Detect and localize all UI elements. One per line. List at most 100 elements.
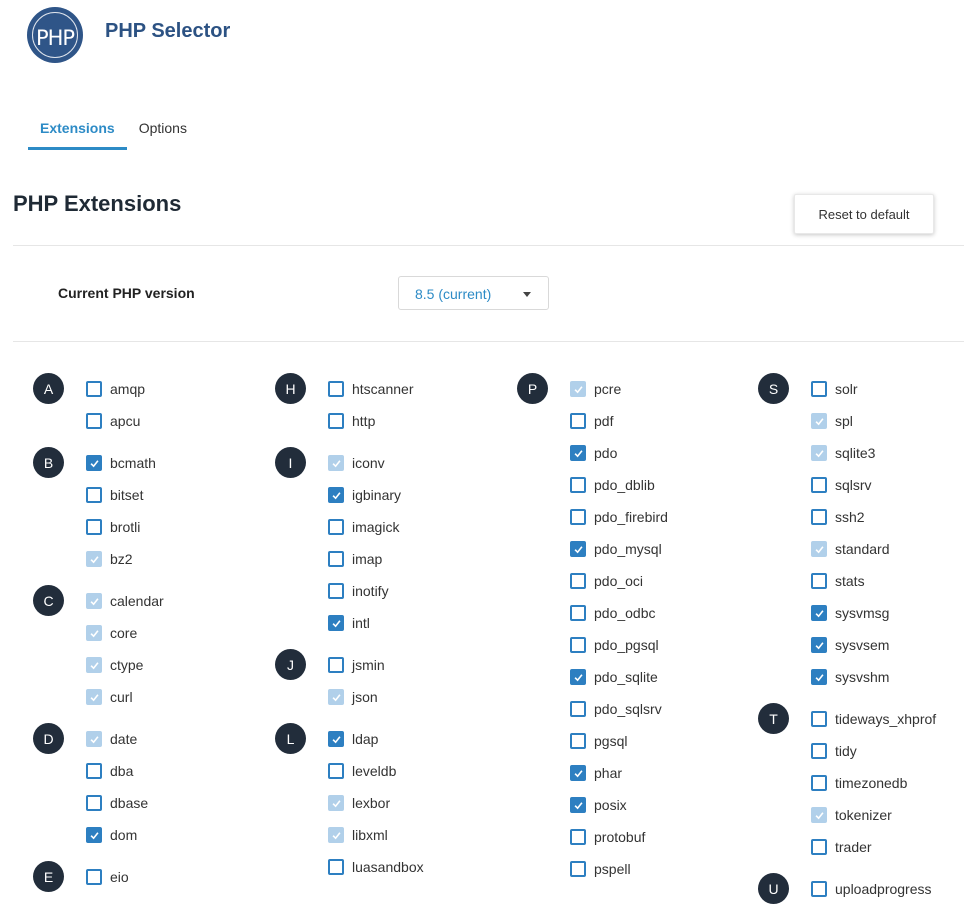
extension-item-solr[interactable]: solr bbox=[811, 380, 858, 398]
extension-checkbox[interactable] bbox=[328, 551, 344, 567]
extension-checkbox[interactable] bbox=[328, 381, 344, 397]
extension-item-pdo-oci[interactable]: pdo_oci bbox=[570, 572, 643, 590]
extension-item-ssh2[interactable]: ssh2 bbox=[811, 508, 865, 526]
php-version-select[interactable]: 8.5 (current) bbox=[398, 276, 549, 310]
extension-checkbox[interactable] bbox=[570, 381, 586, 397]
extension-item-luasandbox[interactable]: luasandbox bbox=[328, 858, 424, 876]
extension-item-pdo-pgsql[interactable]: pdo_pgsql bbox=[570, 636, 659, 654]
extension-item-intl[interactable]: intl bbox=[328, 614, 370, 632]
extension-checkbox[interactable] bbox=[811, 477, 827, 493]
extension-item-pdf[interactable]: pdf bbox=[570, 412, 613, 430]
extension-item-standard[interactable]: standard bbox=[811, 540, 889, 558]
extension-checkbox[interactable] bbox=[570, 605, 586, 621]
extension-item-inotify[interactable]: inotify bbox=[328, 582, 389, 600]
extension-item-bitset[interactable]: bitset bbox=[86, 486, 143, 504]
extension-checkbox[interactable] bbox=[811, 413, 827, 429]
extension-checkbox[interactable] bbox=[570, 541, 586, 557]
extension-item-sysvsem[interactable]: sysvsem bbox=[811, 636, 889, 654]
extension-checkbox[interactable] bbox=[86, 413, 102, 429]
extension-checkbox[interactable] bbox=[328, 615, 344, 631]
extension-item-pdo-odbc[interactable]: pdo_odbc bbox=[570, 604, 656, 622]
extension-checkbox[interactable] bbox=[570, 829, 586, 845]
extension-item-date[interactable]: date bbox=[86, 730, 137, 748]
tab-options[interactable]: Options bbox=[127, 110, 199, 150]
extension-item-core[interactable]: core bbox=[86, 624, 137, 642]
extension-item-apcu[interactable]: apcu bbox=[86, 412, 140, 430]
extension-item-posix[interactable]: posix bbox=[570, 796, 627, 814]
extension-checkbox[interactable] bbox=[811, 807, 827, 823]
extension-item-eio[interactable]: eio bbox=[86, 868, 129, 886]
extension-checkbox[interactable] bbox=[328, 583, 344, 599]
extension-checkbox[interactable] bbox=[811, 541, 827, 557]
extension-item-protobuf[interactable]: protobuf bbox=[570, 828, 645, 846]
extension-checkbox[interactable] bbox=[811, 637, 827, 653]
extension-item-pdo-dblib[interactable]: pdo_dblib bbox=[570, 476, 655, 494]
extension-checkbox[interactable] bbox=[570, 733, 586, 749]
tab-extensions[interactable]: Extensions bbox=[28, 110, 127, 150]
extension-item-dom[interactable]: dom bbox=[86, 826, 137, 844]
extension-checkbox[interactable] bbox=[86, 657, 102, 673]
extension-item-htscanner[interactable]: htscanner bbox=[328, 380, 413, 398]
extension-checkbox[interactable] bbox=[811, 775, 827, 791]
extension-checkbox[interactable] bbox=[328, 689, 344, 705]
extension-item-brotli[interactable]: brotli bbox=[86, 518, 140, 536]
extension-checkbox[interactable] bbox=[328, 455, 344, 471]
extension-item-ldap[interactable]: ldap bbox=[328, 730, 378, 748]
extension-item-pcre[interactable]: pcre bbox=[570, 380, 621, 398]
extension-item-uploadprogress[interactable]: uploadprogress bbox=[811, 880, 932, 898]
extension-checkbox[interactable] bbox=[811, 743, 827, 759]
extension-item-spl[interactable]: spl bbox=[811, 412, 853, 430]
extension-item-bz2[interactable]: bz2 bbox=[86, 550, 133, 568]
extension-item-pdo-sqlite[interactable]: pdo_sqlite bbox=[570, 668, 658, 686]
extension-checkbox[interactable] bbox=[811, 445, 827, 461]
extension-checkbox[interactable] bbox=[328, 657, 344, 673]
extension-item-dbase[interactable]: dbase bbox=[86, 794, 148, 812]
extension-checkbox[interactable] bbox=[86, 381, 102, 397]
extension-checkbox[interactable] bbox=[328, 859, 344, 875]
extension-checkbox[interactable] bbox=[570, 573, 586, 589]
extension-checkbox[interactable] bbox=[570, 765, 586, 781]
extension-item-iconv[interactable]: iconv bbox=[328, 454, 385, 472]
extension-item-imagick[interactable]: imagick bbox=[328, 518, 399, 536]
extension-checkbox[interactable] bbox=[328, 487, 344, 503]
extension-checkbox[interactable] bbox=[570, 797, 586, 813]
extension-item-stats[interactable]: stats bbox=[811, 572, 865, 590]
extension-item-sqlsrv[interactable]: sqlsrv bbox=[811, 476, 872, 494]
extension-checkbox[interactable] bbox=[811, 881, 827, 897]
extension-item-pdo[interactable]: pdo bbox=[570, 444, 617, 462]
extension-item-trader[interactable]: trader bbox=[811, 838, 872, 856]
extension-checkbox[interactable] bbox=[570, 861, 586, 877]
extension-checkbox[interactable] bbox=[328, 827, 344, 843]
extension-checkbox[interactable] bbox=[328, 763, 344, 779]
extension-checkbox[interactable] bbox=[570, 477, 586, 493]
extension-checkbox[interactable] bbox=[86, 827, 102, 843]
extension-checkbox[interactable] bbox=[570, 413, 586, 429]
extension-checkbox[interactable] bbox=[86, 689, 102, 705]
extension-checkbox[interactable] bbox=[86, 455, 102, 471]
extension-checkbox[interactable] bbox=[328, 795, 344, 811]
extension-item-tokenizer[interactable]: tokenizer bbox=[811, 806, 892, 824]
extension-item-sysvmsg[interactable]: sysvmsg bbox=[811, 604, 889, 622]
extension-checkbox[interactable] bbox=[328, 519, 344, 535]
extension-checkbox[interactable] bbox=[86, 487, 102, 503]
extension-checkbox[interactable] bbox=[811, 839, 827, 855]
extension-checkbox[interactable] bbox=[86, 763, 102, 779]
extension-item-dba[interactable]: dba bbox=[86, 762, 133, 780]
extension-item-pdo-firebird[interactable]: pdo_firebird bbox=[570, 508, 668, 526]
extension-item-calendar[interactable]: calendar bbox=[86, 592, 164, 610]
extension-item-libxml[interactable]: libxml bbox=[328, 826, 388, 844]
extension-checkbox[interactable] bbox=[86, 869, 102, 885]
extension-checkbox[interactable] bbox=[86, 551, 102, 567]
extension-checkbox[interactable] bbox=[570, 509, 586, 525]
extension-item-curl[interactable]: curl bbox=[86, 688, 133, 706]
extension-checkbox[interactable] bbox=[86, 731, 102, 747]
extension-checkbox[interactable] bbox=[570, 445, 586, 461]
extension-checkbox[interactable] bbox=[86, 795, 102, 811]
extension-item-ctype[interactable]: ctype bbox=[86, 656, 143, 674]
extension-item-timezonedb[interactable]: timezonedb bbox=[811, 774, 907, 792]
extension-checkbox[interactable] bbox=[811, 381, 827, 397]
extension-checkbox[interactable] bbox=[328, 413, 344, 429]
extension-checkbox[interactable] bbox=[86, 625, 102, 641]
extension-checkbox[interactable] bbox=[570, 701, 586, 717]
reset-to-default-button[interactable]: Reset to default bbox=[794, 194, 934, 234]
